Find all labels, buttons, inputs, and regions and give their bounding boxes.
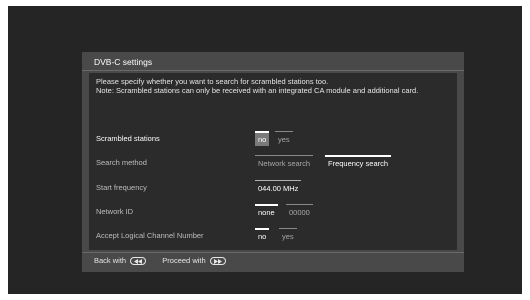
- network-id-value-option[interactable]: 00000: [286, 204, 313, 219]
- start-frequency-label: Start frequency: [96, 183, 147, 192]
- accept-lcn-label: Accept Logical Channel Number: [96, 231, 204, 240]
- scrambled-stations-label: Scrambled stations: [96, 134, 160, 143]
- fast-forward-button-icon[interactable]: [209, 257, 226, 266]
- search-method-row: Search method: [96, 157, 147, 169]
- start-frequency-value[interactable]: 044.00 MHz: [255, 180, 302, 195]
- start-frequency-row: Start frequency: [96, 182, 147, 194]
- dvbc-settings-panel: DVB-C settings Please specify whether yo…: [82, 52, 464, 272]
- network-id-row: Network ID: [96, 206, 133, 218]
- scrambled-no-option[interactable]: no: [255, 131, 270, 146]
- network-search-option[interactable]: Network search: [255, 155, 314, 170]
- rewind-button-icon[interactable]: [130, 257, 147, 266]
- proceed-label: Proceed with: [162, 256, 206, 265]
- description-line-2: Note: Scrambled stations can only be rec…: [96, 86, 419, 95]
- frequency-search-option[interactable]: Frequency search: [325, 155, 392, 170]
- network-id-none-option[interactable]: none: [255, 204, 278, 219]
- scrambled-stations-row: Scrambled stations: [96, 133, 160, 145]
- network-id-label: Network ID: [96, 207, 134, 216]
- title-divider: [82, 70, 464, 71]
- accept-lcn-no-option[interactable]: no: [255, 228, 270, 243]
- back-label: Back with: [94, 256, 127, 265]
- settings-content: Please specify whether you want to searc…: [89, 73, 457, 250]
- tv-screen: DVB-C settings Please specify whether yo…: [8, 6, 522, 294]
- footer: Back with Proceed with: [94, 256, 240, 266]
- description: Please specify whether you want to searc…: [96, 77, 452, 95]
- panel-title: DVB-C settings: [94, 57, 153, 67]
- accept-lcn-row: Accept Logical Channel Number: [96, 230, 204, 242]
- accept-lcn-yes-option[interactable]: yes: [279, 228, 297, 243]
- footer-divider: [82, 252, 464, 253]
- description-line-1: Please specify whether you want to searc…: [96, 77, 329, 86]
- scrambled-yes-option[interactable]: yes: [275, 131, 293, 146]
- search-method-label: Search method: [96, 158, 147, 167]
